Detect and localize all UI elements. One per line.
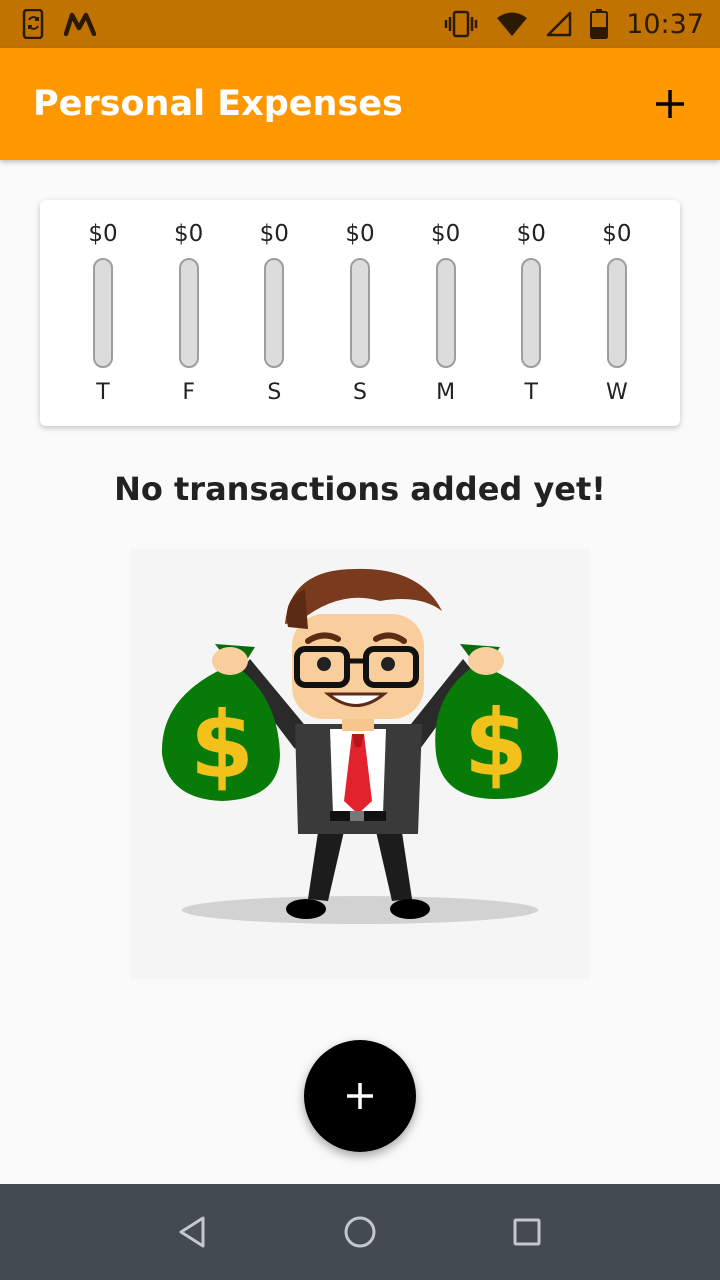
status-time: 10:37 <box>626 8 704 40</box>
m-logo-icon <box>64 12 96 36</box>
back-icon <box>179 1216 205 1248</box>
chart-bar-day-label: M <box>436 380 456 405</box>
signal-icon <box>546 11 572 37</box>
chart-bar-amount: $0 <box>259 221 289 247</box>
wifi-icon <box>496 11 528 37</box>
chart-bar-day-label: S <box>267 380 282 405</box>
nav-back-button[interactable] <box>163 1202 223 1262</box>
chart-bar-track <box>93 258 113 368</box>
battery-icon <box>590 9 609 39</box>
chart-bar-amount: $0 <box>516 221 546 247</box>
chart-bar-track <box>349 258 370 368</box>
system-nav-bar <box>0 1184 720 1280</box>
phone-sync-icon <box>22 9 46 39</box>
app-title: Personal Expenses <box>33 84 403 124</box>
chart-bar-amount: $0 <box>88 221 118 247</box>
chart-bar-column: $0 T <box>506 218 556 426</box>
chart-bar-day-label: F <box>182 380 195 405</box>
chart-bar-column: $0 M <box>421 218 471 426</box>
app-bar: Personal Expenses <box>0 48 720 160</box>
chart-bar-column: $0 S <box>335 218 385 426</box>
chart-bar-amount: $0 <box>602 221 632 247</box>
status-left-icons <box>22 9 96 39</box>
plus-icon <box>347 1083 373 1109</box>
chart-bar-track <box>178 258 199 368</box>
svg-text:$: $ <box>464 690 528 797</box>
add-transaction-fab[interactable] <box>304 1040 416 1152</box>
chart-bar-track <box>435 258 456 368</box>
chart-bar-day-label: T <box>524 380 538 405</box>
empty-state-message: No transactions added yet! <box>114 470 606 508</box>
chart-bar-day-label: S <box>352 380 367 405</box>
weekly-chart-card: $0 T $0 F $0 S $0 S $0 M $0 T $0 W <box>40 200 680 426</box>
add-transaction-button[interactable] <box>650 84 690 124</box>
home-icon <box>344 1216 376 1248</box>
chart-bar-amount: $0 <box>174 221 204 247</box>
empty-state-illustration: $ $ <box>130 549 590 979</box>
status-right-icons: 10:37 <box>444 9 704 40</box>
plus-icon <box>656 90 684 118</box>
chart-bar-day-label: T <box>96 380 110 405</box>
chart-bar-track <box>606 258 627 368</box>
chart-bar-amount: $0 <box>345 221 375 247</box>
chart-bar-track <box>264 258 285 368</box>
chart-bar-column: $0 F <box>164 218 214 426</box>
vibrate-icon <box>444 10 478 38</box>
nav-recents-button[interactable] <box>497 1202 557 1262</box>
chart-bar-amount: $0 <box>430 221 461 247</box>
recents-icon <box>513 1218 541 1246</box>
chart-bar-column: $0 S <box>249 218 299 426</box>
chart-bar-track <box>521 258 542 368</box>
svg-text:$: $ <box>190 692 254 799</box>
chart-bar-column: $0 W <box>592 218 642 426</box>
chart-bar-day-label: W <box>606 380 628 405</box>
status-bar: 10:37 <box>0 0 720 48</box>
chart-bar-column: $0 T <box>78 218 128 426</box>
nav-home-button[interactable] <box>330 1202 390 1262</box>
